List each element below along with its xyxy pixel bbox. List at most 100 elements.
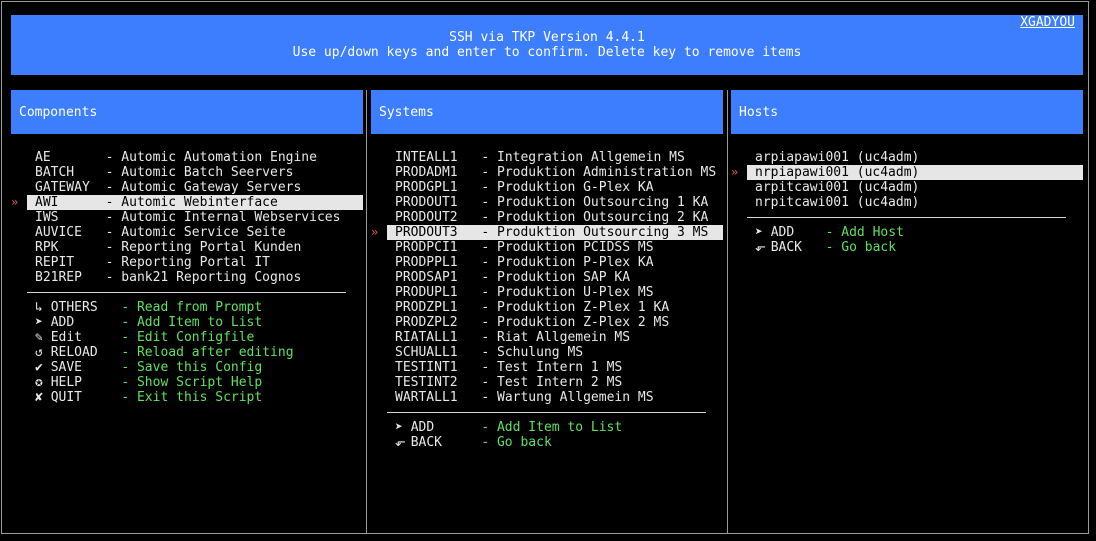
separator-dash: -	[121, 330, 130, 345]
components-item[interactable]: AWI - Automic Webinterface	[27, 195, 363, 210]
systems-item[interactable]: SCHUALL1 - Schulung MS	[387, 345, 723, 360]
hosts-header: Hosts	[731, 90, 1083, 134]
separator-dash: -	[481, 210, 490, 225]
components-item[interactable]: BATCH - Automic Batch Seervers	[27, 165, 363, 180]
systems-action-add[interactable]: ➤ ADD - Add Item to List	[395, 420, 622, 435]
components-action-help[interactable]: ✪ HELP - Show Script Help	[35, 375, 262, 390]
hosts-action-back[interactable]: ⬐ BACK - Go back	[755, 240, 896, 255]
systems-item-key: WARTALL1	[395, 390, 458, 405]
components-action-save[interactable]: ✔ SAVE - Save this Config	[35, 360, 262, 375]
components-action-others[interactable]: ↳ OTHERS - Read from Prompt	[35, 300, 262, 315]
systems-item-key: PRODOUT3	[395, 225, 458, 240]
systems-item-description: Produktion Z-Plex 2 MS	[497, 315, 670, 330]
systems-item-key: PRODZPL1	[395, 300, 458, 315]
systems-item[interactable]: PRODUPL1 - Produktion U-Plex MS	[387, 285, 723, 300]
systems-item[interactable]: PRODSAP1 - Produktion SAP KA	[387, 270, 723, 285]
separator-dash: -	[105, 225, 114, 240]
hosts-item[interactable]: arpitcawi001 (uc4adm)	[747, 180, 1083, 195]
systems-item[interactable]: PRODPCI1 - Produktion PCIDSS MS	[387, 240, 723, 255]
systems-item[interactable]: TESTINT1 - Test Intern 1 MS	[387, 360, 723, 375]
components-action-description: Exit this Script	[136, 390, 263, 405]
selection-pointer-icon: »	[371, 225, 379, 239]
systems-action-key: BACK	[410, 435, 442, 450]
systems-item-key: SCHUALL1	[395, 345, 458, 360]
systems-item[interactable]: PRODOUT1 - Produktion Outsourcing 1 KA	[387, 195, 723, 210]
components-item-description: Reporting Portal Kunden	[121, 240, 302, 255]
components-action-quit[interactable]: ✘ QUIT - Exit this Script	[35, 390, 262, 405]
systems-item-description: Integration Allgemein MS	[497, 150, 685, 165]
separator-dash: -	[481, 195, 490, 210]
panel-divider	[727, 90, 728, 533]
components-item-description: Reporting Portal IT	[121, 255, 271, 270]
components-item[interactable]: IWS - Automic Internal Webservices	[27, 210, 363, 225]
separator-dash: -	[481, 180, 490, 195]
systems-item[interactable]: WARTALL1 - Wartung Allgemein MS	[387, 390, 723, 405]
components-action-add[interactable]: ➤ ADD - Add Item to List	[35, 315, 262, 330]
systems-item[interactable]: PRODZPL2 - Produktion Z-Plex 2 MS	[387, 315, 723, 330]
components-item-key: BATCH	[35, 165, 75, 180]
separator-dash: -	[481, 420, 490, 435]
hosts-item[interactable]: arpiapawi001 (uc4adm)	[747, 150, 1083, 165]
separator-dash: -	[481, 240, 490, 255]
back-icon: ⬐	[755, 240, 766, 255]
systems-item-key: PRODSAP1	[395, 270, 458, 285]
components-item-key: REPIT	[35, 255, 75, 270]
components-item-description: Automic Gateway Servers	[121, 180, 302, 195]
user-link[interactable]: XGADYOU	[1020, 15, 1075, 30]
hosts-item[interactable]: nrpiapawi001 (uc4adm)	[747, 165, 1083, 180]
separator-dash: -	[105, 180, 114, 195]
separator-dash: -	[105, 165, 114, 180]
components-item[interactable]: RPK - Reporting Portal Kunden	[27, 240, 363, 255]
systems-item-key: PRODADM1	[395, 165, 458, 180]
quit-icon: ✘	[35, 390, 43, 405]
systems-item[interactable]: TESTINT2 - Test Intern 2 MS	[387, 375, 723, 390]
systems-item[interactable]: PRODOUT2 - Produktion Outsourcing 2 KA	[387, 210, 723, 225]
selection-pointer-icon: »	[11, 195, 19, 209]
systems-item[interactable]: PRODGPL1 - Produktion G-Plex KA	[387, 180, 723, 195]
systems-item-key: RIATALL1	[395, 330, 458, 345]
separator-dash: -	[481, 360, 490, 375]
systems-item[interactable]: RIATALL1 - Riat Allgemein MS	[387, 330, 723, 345]
components-item[interactable]: AUVICE - Automic Service Seite	[27, 225, 363, 240]
systems-item[interactable]: PRODOUT3 - Produktion Outsourcing 3 MS	[387, 225, 723, 240]
hosts-title: Hosts	[739, 105, 779, 120]
hosts-separator	[747, 217, 1066, 218]
components-action-description: Read from Prompt	[136, 300, 263, 315]
components-header: Components	[11, 90, 363, 134]
components-item[interactable]: GATEWAY - Automic Gateway Servers	[27, 180, 363, 195]
components-item[interactable]: B21REP - bank21 Reporting Cognos	[27, 270, 363, 285]
systems-separator	[387, 412, 706, 413]
systems-item[interactable]: PRODPPL1 - Produktion P-Plex KA	[387, 255, 723, 270]
systems-action-back[interactable]: ⬐ BACK - Go back	[395, 435, 552, 450]
systems-item-key: PRODPCI1	[395, 240, 458, 255]
systems-item[interactable]: PRODZPL1 - Produktion Z-Plex 1 KA	[387, 300, 723, 315]
hosts-item[interactable]: nrpitcawi001 (uc4adm)	[747, 195, 1083, 210]
systems-item-description: Produktion P-Plex KA	[497, 255, 654, 270]
systems-item[interactable]: PRODADM1 - Produktion Administration MS	[387, 165, 723, 180]
components-action-reload[interactable]: ↺ RELOAD - Reload after editing	[35, 345, 294, 360]
components-item-key: AWI	[35, 195, 59, 210]
systems-item-description: Produktion Outsourcing 2 KA	[497, 210, 709, 225]
hosts-action-add[interactable]: ➤ ADD - Add Host	[755, 225, 904, 240]
systems-item-key: PRODOUT1	[395, 195, 458, 210]
systems-item-description: Produktion Outsourcing 1 KA	[497, 195, 709, 210]
components-item-description: Automic Service Seite	[121, 225, 286, 240]
components-action-key: HELP	[50, 375, 82, 390]
systems-item[interactable]: INTEALL1 - Integration Allgemein MS	[387, 150, 723, 165]
separator-dash: -	[481, 435, 490, 450]
systems-item-key: INTEALL1	[395, 150, 458, 165]
separator-dash: -	[121, 390, 130, 405]
components-item[interactable]: REPIT - Reporting Portal IT	[27, 255, 363, 270]
systems-item-key: PRODPPL1	[395, 255, 458, 270]
components-action-edit[interactable]: ✎ Edit - Edit Configfile	[35, 330, 254, 345]
instructions: Use up/down keys and enter to confirm. D…	[292, 45, 802, 60]
systems-item-description: Schulung MS	[497, 345, 584, 360]
separator-dash: -	[481, 300, 490, 315]
add-icon: ➤	[395, 420, 403, 435]
hosts-action-description: Add Host	[841, 225, 904, 240]
components-item[interactable]: AE - Automic Automation Engine	[27, 150, 363, 165]
separator-dash: -	[481, 315, 490, 330]
systems-item-description: Produktion SAP KA	[497, 270, 631, 285]
components-action-description: Add Item to List	[136, 315, 263, 330]
components-action-key: QUIT	[50, 390, 82, 405]
